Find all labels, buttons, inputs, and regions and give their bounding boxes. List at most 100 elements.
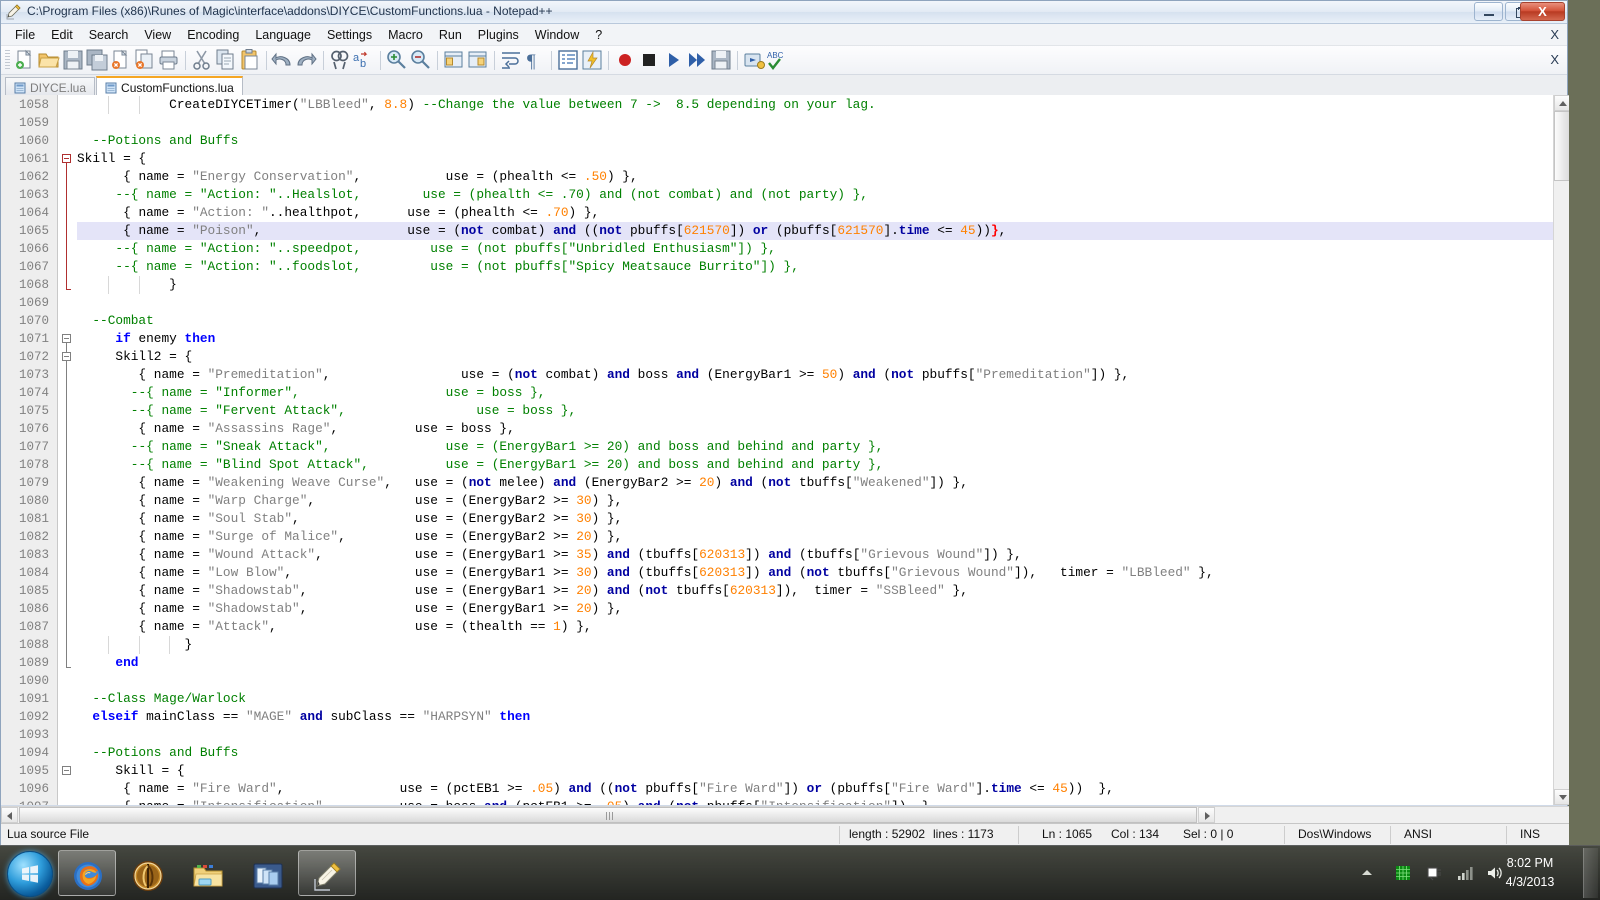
save-icon[interactable] xyxy=(61,48,85,72)
taskbar-game[interactable] xyxy=(118,850,176,896)
menu-item-macro[interactable]: Macro xyxy=(380,26,431,44)
find-icon[interactable] xyxy=(328,48,352,72)
code-line[interactable] xyxy=(77,294,1553,312)
word-wrap-icon[interactable] xyxy=(499,48,523,72)
spellcheck-icon[interactable]: ABC xyxy=(766,48,790,72)
tab-diyce-lua[interactable]: DIYCE.lua xyxy=(5,77,96,97)
code-line[interactable]: --{ name = "Sneak Attack", use = (Energy… xyxy=(77,438,1553,456)
run-icon[interactable] xyxy=(742,48,766,72)
code-line[interactable]: { name = "Energy Conservation", use = (p… xyxy=(77,168,1553,186)
code-line[interactable]: end xyxy=(77,654,1553,672)
sync-horizontal-icon[interactable] xyxy=(466,48,490,72)
code-line[interactable]: --Potions and Buffs xyxy=(77,744,1553,762)
code-line[interactable]: } xyxy=(77,636,1553,654)
menu-item-settings[interactable]: Settings xyxy=(319,26,380,44)
show-hidden-icons-icon[interactable] xyxy=(1358,864,1376,882)
open-file-icon[interactable] xyxy=(37,48,61,72)
code-line[interactable]: { name = "Poison", use = (not combat) an… xyxy=(77,222,1553,240)
code-line[interactable]: { name = "Warp Charge", use = (EnergyBar… xyxy=(77,492,1553,510)
menu-item-run[interactable]: Run xyxy=(431,26,470,44)
code-line[interactable]: --Potions and Buffs xyxy=(77,132,1553,150)
sync-vertical-icon[interactable] xyxy=(442,48,466,72)
code-line[interactable]: --Class Mage/Warlock xyxy=(77,690,1553,708)
code-line[interactable]: --{ name = "Action: "..speedpot, use = (… xyxy=(77,240,1553,258)
fold-collapse-marker[interactable] xyxy=(62,352,71,361)
show-desktop-button[interactable] xyxy=(1583,848,1598,898)
code-line[interactable]: --{ name = "Action: "..Healslot, use = (… xyxy=(77,186,1553,204)
menu-item-view[interactable]: View xyxy=(136,26,179,44)
scroll-left-button[interactable] xyxy=(1,807,18,823)
code-line[interactable]: --{ name = "Blind Spot Attack", use = (E… xyxy=(77,456,1553,474)
horizontal-scroll-thumb[interactable] xyxy=(19,807,1197,823)
code-line[interactable]: --{ name = "Fervent Attack", use = boss … xyxy=(77,402,1553,420)
code-line[interactable]: { name = "Assassins Rage", use = boss }, xyxy=(77,420,1553,438)
menu-item-plugins[interactable]: Plugins xyxy=(470,26,527,44)
close-file-icon[interactable] xyxy=(109,48,133,72)
save-all-icon[interactable] xyxy=(85,48,109,72)
code-line[interactable]: { name = "Soul Stab", use = (EnergyBar2 … xyxy=(77,510,1553,528)
close-button[interactable]: X xyxy=(1520,2,1565,21)
code-line[interactable]: --Combat xyxy=(77,312,1553,330)
code-line[interactable]: { name = "Premeditation", use = (not com… xyxy=(77,366,1553,384)
stop-macro-icon[interactable] xyxy=(637,48,661,72)
safely-remove-hardware-icon[interactable] xyxy=(1426,864,1444,882)
toolbar-close-x-icon[interactable]: X xyxy=(1550,52,1559,67)
menu-item-help[interactable]: ? xyxy=(587,26,610,44)
scroll-right-button[interactable] xyxy=(1198,807,1215,823)
scroll-down-button[interactable] xyxy=(1554,789,1569,805)
code-line[interactable] xyxy=(77,726,1553,744)
code-line[interactable]: { name = "Weakening Weave Curse", use = … xyxy=(77,474,1553,492)
vertical-scroll-thumb[interactable] xyxy=(1554,111,1569,181)
code-line[interactable]: CreateDIYCETimer("LBBleed", 8.8) --Chang… xyxy=(77,96,1553,114)
code-line[interactable]: { name = "Fire Ward", use = (pctEB1 >= .… xyxy=(77,780,1553,798)
copy-icon[interactable] xyxy=(214,48,238,72)
code-line[interactable] xyxy=(77,114,1553,132)
fold-collapse-marker[interactable] xyxy=(62,154,71,163)
save-macro-icon[interactable] xyxy=(709,48,733,72)
code-line[interactable]: Skill = { xyxy=(77,150,1553,168)
show-all-chars-icon[interactable]: ¶ xyxy=(523,48,547,72)
taskbar-media[interactable] xyxy=(238,850,296,896)
code-line[interactable]: } xyxy=(77,276,1553,294)
zoom-out-icon[interactable] xyxy=(409,48,433,72)
code-line[interactable]: --{ name = "Informer", use = boss }, xyxy=(77,384,1553,402)
code-text-area[interactable]: CreateDIYCETimer("LBBleed", 8.8) --Chang… xyxy=(1,95,1553,805)
code-line[interactable]: elseif mainClass == "MAGE" and subClass … xyxy=(77,708,1553,726)
code-line[interactable] xyxy=(77,672,1553,690)
record-macro-icon[interactable] xyxy=(613,48,637,72)
close-document-x-icon[interactable]: X xyxy=(1550,27,1559,42)
replace-icon[interactable]: ab xyxy=(352,48,376,72)
menu-item-window[interactable]: Window xyxy=(527,26,587,44)
scroll-up-button[interactable] xyxy=(1554,95,1569,111)
menu-item-edit[interactable]: Edit xyxy=(43,26,81,44)
run-macro-multiple-icon[interactable] xyxy=(685,48,709,72)
menu-item-encoding[interactable]: Encoding xyxy=(179,26,247,44)
vertical-scrollbar[interactable] xyxy=(1553,95,1569,805)
cut-icon[interactable] xyxy=(190,48,214,72)
code-line[interactable]: { name = "Intensification", use = boss a… xyxy=(77,798,1553,805)
menu-item-search[interactable]: Search xyxy=(81,26,137,44)
code-line[interactable]: if enemy then xyxy=(77,330,1553,348)
menu-item-file[interactable]: File xyxy=(7,26,43,44)
minimize-button[interactable] xyxy=(1474,2,1503,21)
zoom-in-icon[interactable] xyxy=(385,48,409,72)
new-file-icon[interactable] xyxy=(13,48,37,72)
code-line[interactable]: { name = "Surge of Malice", use = (Energ… xyxy=(77,528,1553,546)
taskbar-clock[interactable]: 8:02 PM 4/3/2013 xyxy=(1490,854,1570,892)
network-signal-icon[interactable] xyxy=(1456,864,1474,882)
start-button[interactable] xyxy=(2,848,54,898)
code-line[interactable]: Skill = { xyxy=(77,762,1553,780)
tab-customfunctions-lua[interactable]: CustomFunctions.lua xyxy=(96,76,243,97)
undo-icon[interactable] xyxy=(271,48,295,72)
redo-icon[interactable] xyxy=(295,48,319,72)
fold-collapse-marker[interactable] xyxy=(62,766,71,775)
code-line[interactable]: --{ name = "Action: "..foodslot, use = (… xyxy=(77,258,1553,276)
paste-icon[interactable] xyxy=(238,48,262,72)
fold-collapse-marker[interactable] xyxy=(62,334,71,343)
taskbar-firefox[interactable] xyxy=(58,850,116,896)
code-line[interactable]: Skill2 = { xyxy=(77,348,1553,366)
code-line[interactable]: { name = "Wound Attack", use = (EnergyBa… xyxy=(77,546,1553,564)
taskbar-explorer[interactable] xyxy=(178,850,236,896)
code-line[interactable]: { name = "Shadowstab", use = (EnergyBar1… xyxy=(77,582,1553,600)
green-grid-icon[interactable] xyxy=(1394,864,1412,882)
